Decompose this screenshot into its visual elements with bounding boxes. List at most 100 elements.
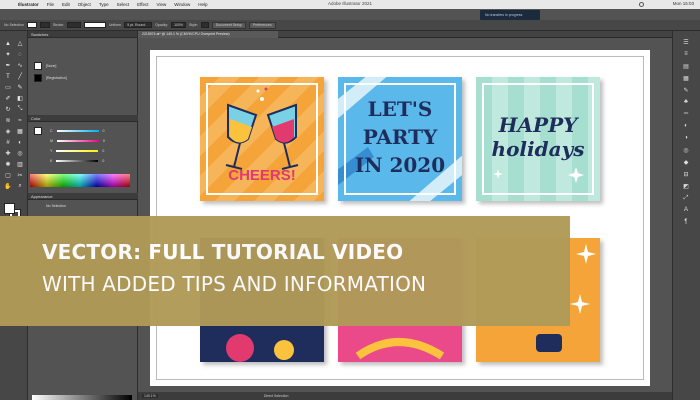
color-value-y[interactable]: 0 bbox=[102, 149, 104, 153]
layers-icon[interactable]: ≡ bbox=[681, 51, 691, 60]
rectangle-icon[interactable]: ▭ bbox=[3, 83, 13, 92]
color-bar-m[interactable] bbox=[56, 139, 99, 142]
menu-type[interactable]: Type bbox=[95, 2, 113, 7]
direct-selection-icon[interactable]: △ bbox=[15, 39, 25, 48]
type-icon[interactable]: T bbox=[3, 72, 13, 81]
color-value-m[interactable]: 0 bbox=[103, 139, 105, 143]
pencil-icon[interactable]: ✐ bbox=[3, 94, 13, 103]
paragraph-icon[interactable]: ¶ bbox=[681, 219, 691, 228]
right-panel-dock: ☰ ≡ ▤ ▦ ✎ ♣ ═ ◐ ◑ ◎ ◆ ⊟ ◩ ⤢ A ¶ bbox=[672, 31, 700, 400]
stroke-color-picker[interactable] bbox=[39, 22, 50, 28]
graph-icon[interactable]: ▥ bbox=[15, 160, 25, 169]
color-slider-k[interactable]: K 0 bbox=[50, 158, 128, 163]
gradient-icon[interactable]: ◐ bbox=[681, 123, 691, 132]
appearance-panel-header[interactable]: Appearance bbox=[28, 193, 138, 200]
opacity-input[interactable]: 100% bbox=[171, 22, 187, 28]
swatch-none[interactable]: [None] bbox=[34, 61, 130, 70]
fill-color-picker[interactable] bbox=[26, 22, 37, 28]
color-value-c[interactable]: 0 bbox=[103, 129, 105, 133]
canvas-area[interactable]: CHEERS! LET'S PARTY IN 2020 HAPPY holida… bbox=[138, 38, 672, 392]
transparency-icon[interactable]: ◑ bbox=[681, 135, 691, 144]
menu-file[interactable]: File bbox=[43, 2, 58, 7]
curvature-icon[interactable]: ∿ bbox=[15, 61, 25, 70]
brushes-icon[interactable]: ✎ bbox=[681, 87, 691, 96]
lasso-icon[interactable]: ◌ bbox=[15, 50, 25, 59]
color-slider-y[interactable]: Y 0 bbox=[50, 148, 128, 153]
menu-window[interactable]: Window bbox=[170, 2, 194, 7]
swatch-registration-label: [Registration] bbox=[46, 75, 67, 80]
menu-effect[interactable]: Effect bbox=[133, 2, 152, 7]
menu-view[interactable]: View bbox=[153, 2, 171, 7]
preferences-button[interactable]: Preferences bbox=[248, 21, 276, 29]
card-happy-holidays[interactable]: HAPPY holidays bbox=[476, 77, 600, 201]
selection-icon[interactable]: ▲ bbox=[3, 39, 13, 48]
color-channel-c: C bbox=[50, 128, 53, 133]
libraries-icon[interactable]: ▤ bbox=[681, 63, 691, 72]
menu-app[interactable]: Illustrator bbox=[14, 2, 43, 7]
swatches-icon[interactable]: ▦ bbox=[681, 75, 691, 84]
color-channel-y: Y bbox=[50, 148, 53, 153]
symbol-sprayer-icon[interactable]: ✺ bbox=[3, 160, 13, 169]
graphic-styles-icon[interactable]: ◆ bbox=[681, 159, 691, 168]
menu-object[interactable]: Object bbox=[74, 2, 95, 7]
rotate-icon[interactable]: ↻ bbox=[3, 105, 13, 114]
appearance-icon[interactable]: ◎ bbox=[681, 147, 691, 156]
menu-select[interactable]: Select bbox=[113, 2, 134, 7]
control-bar: No Selection Stroke: Uniform 5 pt. Round… bbox=[0, 20, 700, 31]
color-slider-m[interactable]: M 0 bbox=[50, 138, 128, 143]
swatch-registration[interactable]: [Registration] bbox=[34, 73, 130, 82]
artboard-icon[interactable]: ▢ bbox=[3, 171, 13, 180]
title-banner: VECTOR: FULL TUTORIAL VIDEO WITH ADDED T… bbox=[0, 216, 570, 326]
hand-icon[interactable]: ✋ bbox=[3, 182, 13, 191]
gradient-icon[interactable]: ◐ bbox=[15, 138, 25, 147]
variable-width-profile[interactable] bbox=[83, 22, 106, 28]
width-icon[interactable]: ≋ bbox=[3, 116, 13, 125]
scale-icon[interactable]: ⤡ bbox=[15, 105, 25, 114]
blend-icon[interactable]: ◎ bbox=[15, 149, 25, 158]
pen-icon[interactable]: ✒ bbox=[3, 61, 13, 70]
color-slider-c[interactable]: C 0 bbox=[50, 128, 128, 133]
menu-edit[interactable]: Edit bbox=[58, 2, 74, 7]
swatches-panel-header[interactable]: Swatches bbox=[28, 31, 137, 38]
perspective-icon[interactable]: ▦ bbox=[15, 127, 25, 136]
shape-builder-icon[interactable]: ◈ bbox=[3, 127, 13, 136]
brush-definition-select[interactable]: 5 pt. Round bbox=[124, 22, 153, 28]
color-panel-header[interactable]: Color bbox=[28, 115, 138, 122]
color-fill-chip[interactable] bbox=[34, 127, 42, 135]
current-tool-status: Direct Selection bbox=[263, 394, 289, 398]
pathfinder-icon[interactable]: ◩ bbox=[681, 183, 691, 192]
document-tab[interactable]: 2215974.ai* @ 149.1 % (CMYK/CPU Overprin… bbox=[138, 31, 278, 38]
stroke-icon[interactable]: ═ bbox=[681, 111, 691, 120]
creative-cloud-icon[interactable] bbox=[639, 2, 644, 7]
properties-icon[interactable]: ☰ bbox=[681, 39, 691, 48]
sparkle-icon bbox=[493, 167, 584, 183]
appearance-status: No Selection bbox=[46, 204, 66, 208]
document-setup-button[interactable]: Document Setup bbox=[211, 21, 246, 29]
stroke-weight-input[interactable] bbox=[66, 22, 81, 28]
character-icon[interactable]: A bbox=[681, 207, 691, 216]
line-icon[interactable]: ╱ bbox=[15, 72, 25, 81]
color-channel-m: M bbox=[50, 138, 53, 143]
align-icon[interactable]: ⊟ bbox=[681, 171, 691, 180]
menu-help[interactable]: Help bbox=[194, 2, 211, 7]
magic-wand-icon[interactable]: ✦ bbox=[3, 50, 13, 59]
warp-icon[interactable]: ≈ bbox=[15, 116, 25, 125]
color-spectrum[interactable] bbox=[30, 174, 130, 187]
slice-icon[interactable]: ✂ bbox=[15, 171, 25, 180]
symbols-icon[interactable]: ♣ bbox=[681, 99, 691, 108]
transform-icon[interactable]: ⤢ bbox=[681, 195, 691, 204]
card-lets-party[interactable]: LET'S PARTY IN 2020 bbox=[338, 77, 462, 201]
eraser-icon[interactable]: ◧ bbox=[15, 94, 25, 103]
mesh-icon[interactable]: # bbox=[3, 138, 13, 147]
color-bar-y[interactable] bbox=[56, 149, 99, 152]
card-cheers[interactable]: CHEERS! bbox=[200, 77, 324, 201]
zoom-icon[interactable]: ⌕ bbox=[15, 182, 25, 191]
color-bar-k[interactable] bbox=[56, 159, 99, 162]
color-bar-c[interactable] bbox=[56, 129, 99, 132]
zoom-level[interactable]: 149.1% bbox=[142, 394, 158, 398]
fill-swatch[interactable] bbox=[4, 203, 15, 214]
color-value-k[interactable]: 0 bbox=[102, 159, 104, 163]
graphic-style-select[interactable] bbox=[200, 22, 209, 28]
paintbrush-icon[interactable]: ✎ bbox=[15, 83, 25, 92]
eyedropper-icon[interactable]: ✚ bbox=[3, 149, 13, 158]
